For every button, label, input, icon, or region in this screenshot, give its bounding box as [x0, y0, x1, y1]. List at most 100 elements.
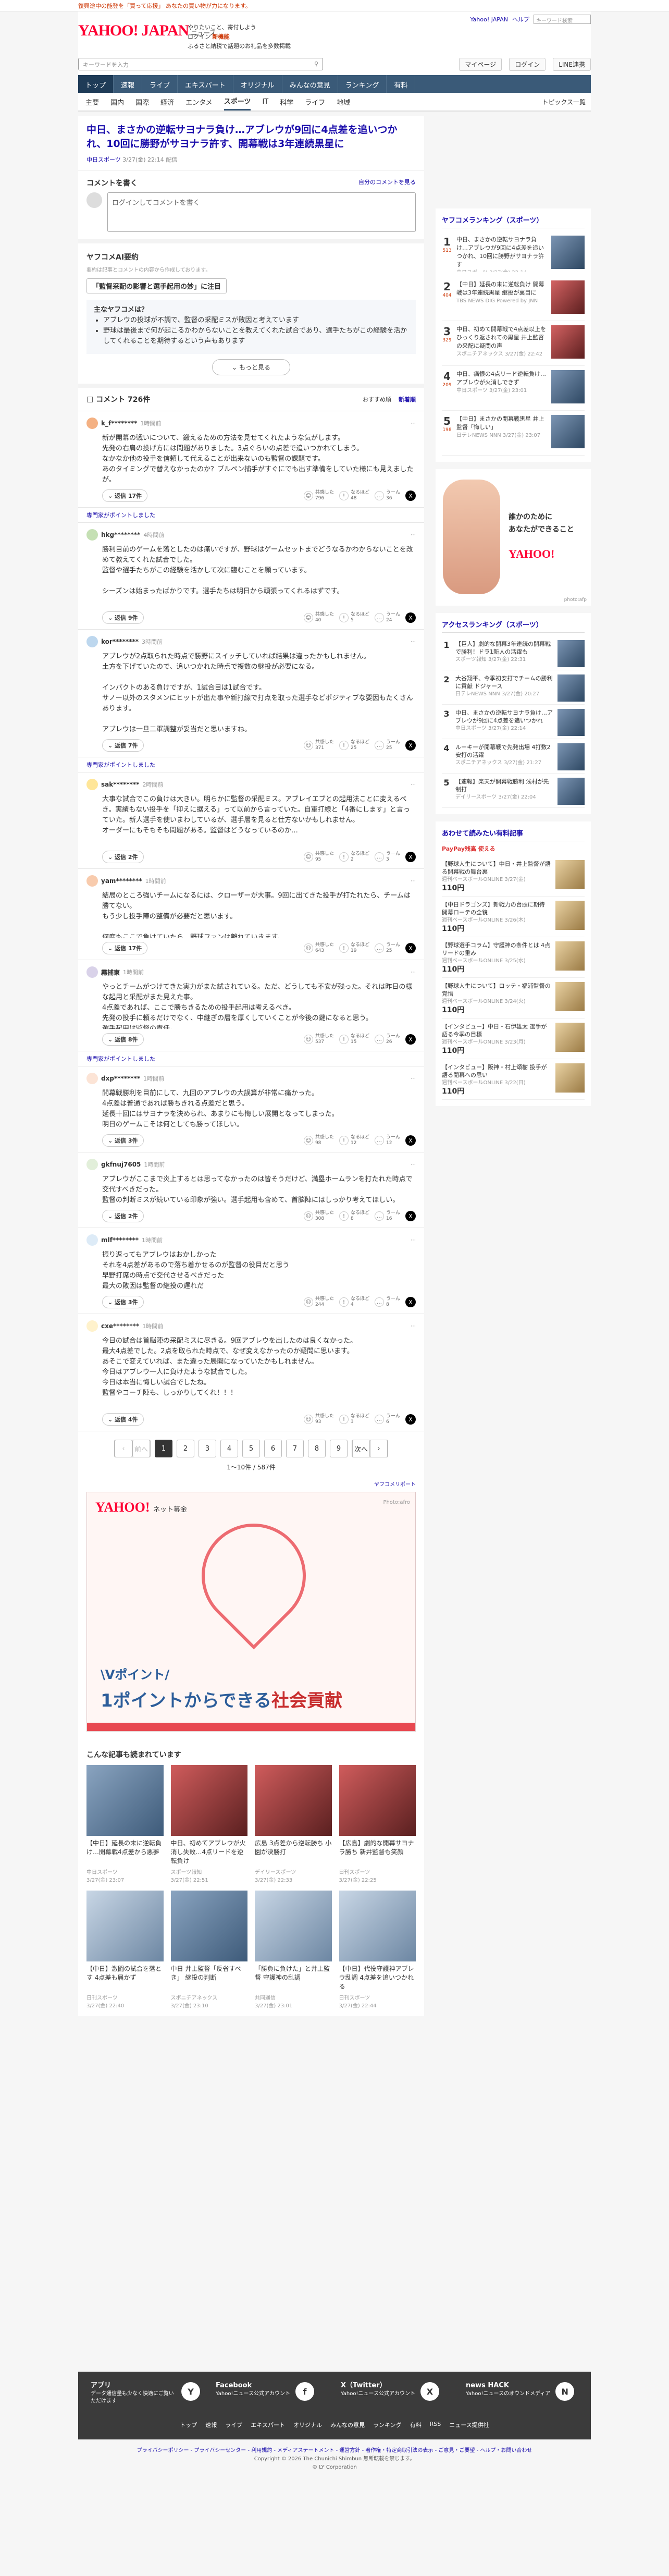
related-card[interactable]: 【中日】激闘の試合を落とす 4点差も届かず 日刊スポーツ 3/27(金) 22:40 — [86, 1891, 164, 2009]
mypage-button[interactable]: マイページ — [459, 57, 502, 71]
next-page-button[interactable]: 次へ › — [352, 1440, 388, 1457]
side-paid-heading[interactable]: あわせて読みたい有料記事 — [442, 828, 585, 841]
reaction-button[interactable]: ☺ 共感した 244 — [303, 1296, 334, 1308]
gnav-paid[interactable]: 有料 — [387, 75, 416, 93]
report-icon[interactable]: ⋯ — [411, 1162, 416, 1168]
access-item[interactable]: 2 大谷翔平、今季初安打でチームの勝利に貢献 ドジャース 日テレNEWS NNN 3… — [442, 670, 585, 705]
gnav-original[interactable]: オリジナル — [233, 75, 282, 93]
login-link[interactable]: ログイン — [188, 33, 210, 40]
reaction-button[interactable]: ! なるほど 3 — [339, 1414, 369, 1425]
footer-app[interactable]: news HACK Yahoo!ニュースのオウンドメディア N — [466, 2382, 575, 2405]
sort-recommended[interactable]: おすすめ順 — [363, 395, 391, 403]
reaction-button[interactable]: … うーん 3 — [374, 851, 400, 863]
reaction-button[interactable]: ☺ 共感した 371 — [303, 740, 334, 751]
yahcome-report-link[interactable]: ヤフコメリポート — [78, 1478, 424, 1490]
subnav-entertainment[interactable]: エンタメ — [185, 97, 213, 107]
line-button[interactable]: LINE連携 — [553, 57, 591, 71]
report-icon[interactable]: ⋯ — [411, 970, 416, 975]
page-button[interactable]: 1 — [155, 1440, 172, 1457]
related-card[interactable]: 【中日】延長の末に逆転負け…開幕戦4点差から悪夢 中日スポーツ 3/27(金) 23… — [86, 1765, 164, 1883]
help-link[interactable]: ヘルプ — [512, 15, 529, 23]
reaction-button[interactable]: ! なるほど 5 — [339, 612, 369, 623]
replies-button[interactable]: ⌄ 返信 2件 — [102, 851, 144, 863]
expert-point-link[interactable]: 専門家がポイントしました — [78, 1051, 424, 1066]
ranking-item[interactable]: 4 209 中日、痛恨の4点リード逆転負け…アブレウが火消しできず 中日スポーツ 3/… — [442, 366, 585, 411]
reaction-button[interactable]: ☺ 共感した 40 — [303, 612, 334, 623]
ai-topic-chip[interactable]: 「監督采配の影響と選手起用の妙」に注目 — [86, 278, 227, 293]
gnav-breaking[interactable]: 速報 — [114, 75, 143, 93]
replies-button[interactable]: ⌄ 返信 17件 — [102, 489, 148, 502]
comment-user[interactable]: mlf******** — [101, 1236, 139, 1244]
gnav-opinion[interactable]: みんなの意見 — [282, 75, 338, 93]
reaction-button[interactable]: ! なるほど 2 — [339, 851, 369, 863]
footer-policy-links[interactable]: プライバシーポリシー - プライバシーセンター - 利用規約 - メディアステー… — [78, 2447, 591, 2455]
x-share-icon[interactable]: X — [405, 612, 416, 623]
article-title[interactable]: 中日、まさかの逆転サヨナラ負け…アブレウが9回に4点差を追いつかれ、10回に勝野… — [78, 116, 424, 155]
subnav-it[interactable]: IT — [262, 98, 268, 106]
x-share-icon[interactable]: X — [405, 1297, 416, 1307]
reaction-button[interactable]: ☺ 共感した 643 — [303, 942, 334, 954]
ranking-item[interactable]: 1 513 中日、まさかの逆転サヨナラ負け…アブレウが9回に4点差を追いつかれ、10… — [442, 231, 585, 276]
reaction-button[interactable]: ! なるほど 4 — [339, 1296, 369, 1308]
reaction-button[interactable]: … うーん 16 — [374, 1210, 400, 1222]
subnav-domestic[interactable]: 国内 — [110, 97, 124, 107]
footer-link[interactable]: オリジナル — [293, 2421, 322, 2429]
report-icon[interactable]: ⋯ — [411, 532, 416, 538]
user-avatar-icon[interactable] — [86, 1234, 98, 1246]
user-avatar-icon[interactable] — [86, 636, 98, 647]
gnav-live[interactable]: ライブ — [142, 75, 178, 93]
paid-item[interactable]: 【野球人生について】ロッテ・福浦監督の覚悟 週刊ベースボールONLINE 3/24… — [442, 978, 585, 1019]
user-avatar-icon[interactable] — [86, 529, 98, 541]
page-button[interactable]: 8 — [308, 1440, 326, 1457]
subnav-sports[interactable]: スポーツ — [224, 96, 251, 111]
related-card[interactable]: 中日 井上監督「反省すべき」 継投の判断 スポニチアネックス 3/27(金) 23:… — [170, 1891, 247, 2009]
access-item[interactable]: 1 【巨人】劇的な開幕3年連続の開幕戦で勝利！ドラ1新人の活躍も スポーツ報知 3/… — [442, 636, 585, 670]
comment-user[interactable]: k_f******** — [101, 420, 137, 427]
related-card[interactable]: 中日、初めてアブレウが火消し失敗…4点リードを逆転負け スポーツ報知 3/27(金)… — [170, 1765, 247, 1883]
paid-item[interactable]: 【中日ドラゴンズ】新戦力の台頭に期待 開幕ローテの全貌 週刊ベースボールONLIN… — [442, 897, 585, 937]
ranking-item[interactable]: 5 198 【中日】まさかの開幕戦黒星 井上監督「悔しい」 日テレNEWS NNN 3… — [442, 411, 585, 456]
page-button[interactable]: 9 — [330, 1440, 348, 1457]
report-icon[interactable]: ⋯ — [411, 1237, 416, 1243]
reaction-button[interactable]: ! なるほど 19 — [339, 942, 369, 954]
access-item[interactable]: 4 ルーキーが開幕戦で先発出場 4打数2安打の活躍 スポニチアネックス 3/27(金… — [442, 739, 585, 774]
x-share-icon[interactable]: X — [405, 943, 416, 953]
reaction-button[interactable]: ! なるほど 25 — [339, 740, 369, 751]
access-item[interactable]: 3 中日、まさかの逆転サヨナラ負け…アブレウが9回に4点差を追いつかれ 中日スポーツ… — [442, 705, 585, 739]
side-ranking-heading[interactable]: ヤフコメランキング（スポーツ） — [442, 215, 585, 228]
page-button[interactable]: 5 — [242, 1440, 260, 1457]
ranking-item[interactable]: 3 329 中日、初めて開幕戦で4点差以上をひっくり返されての黒星 井上監督の采配に… — [442, 321, 585, 366]
top-banner[interactable]: 復興途中の能登を「買って応援」 あなたの買い物が力になります。 — [0, 0, 669, 11]
related-card[interactable]: 【中日】代役守護神アブレウ乱調 4点差を追いつかれる 日刊スポーツ 3/27(金) … — [339, 1891, 416, 2009]
my-comments-link[interactable]: 自分のコメントを見る — [358, 178, 416, 188]
footer-link[interactable]: トップ — [180, 2421, 197, 2429]
report-icon[interactable]: ⋯ — [411, 421, 416, 426]
comment-user[interactable]: gkfnuj7605 — [101, 1161, 141, 1168]
related-card[interactable]: 【広島】劇的な開幕サヨナラ勝ち 新井監督も笑顔 日刊スポーツ 3/27(金) 22:… — [339, 1765, 416, 1883]
header-search-input[interactable]: キーワード検索 — [534, 15, 591, 24]
replies-button[interactable]: ⌄ 返信 9件 — [102, 611, 144, 624]
comment-user[interactable]: dxp******** — [101, 1075, 140, 1082]
gnav-expert[interactable]: エキスパート — [178, 75, 233, 93]
comment-user[interactable]: 霧捕東 — [101, 968, 120, 977]
x-share-icon[interactable]: X — [405, 1211, 416, 1221]
reaction-button[interactable]: … うーん 12 — [374, 1135, 400, 1146]
user-avatar-icon[interactable] — [86, 418, 98, 429]
page-button[interactable]: 2 — [177, 1440, 194, 1457]
subnav-local[interactable]: 地域 — [337, 97, 350, 107]
paid-item[interactable]: 【インタビュー】阪神・村上頌樹 投手が語る開幕への思い 週刊ベースボールONLIN… — [442, 1059, 585, 1100]
access-item[interactable]: 5 【速報】楽天が開幕戦勝利 浅村が先制打 デイリースポーツ 3/27(金) 22:… — [442, 774, 585, 808]
footer-link[interactable]: みんなの意見 — [330, 2421, 365, 2429]
gnav-top[interactable]: トップ — [78, 75, 114, 93]
yahoo-japan-link[interactable]: Yahoo! JAPAN — [470, 16, 508, 23]
ranking-item[interactable]: 2 404 【中日】延長の末に逆転負け 開幕戦は3年連続黒星 継投が裏目に TBS N… — [442, 276, 585, 321]
subnav-main[interactable]: 主要 — [85, 97, 99, 107]
related-card[interactable]: 広島 3点差から逆転勝ち 小園が決勝打 デイリースポーツ 3/27(金) 22:33 — [255, 1765, 332, 1883]
reaction-button[interactable]: ☺ 共感した 308 — [303, 1210, 334, 1222]
topics-list-link[interactable]: トピックス一覧 — [542, 97, 591, 106]
sort-newest[interactable]: 新着順 — [399, 395, 416, 403]
x-share-icon[interactable]: X — [405, 1135, 416, 1146]
user-avatar-icon[interactable] — [86, 1159, 98, 1170]
replies-button[interactable]: ⌄ 返信 3件 — [102, 1296, 144, 1308]
reaction-button[interactable]: … うーん 25 — [374, 740, 400, 751]
